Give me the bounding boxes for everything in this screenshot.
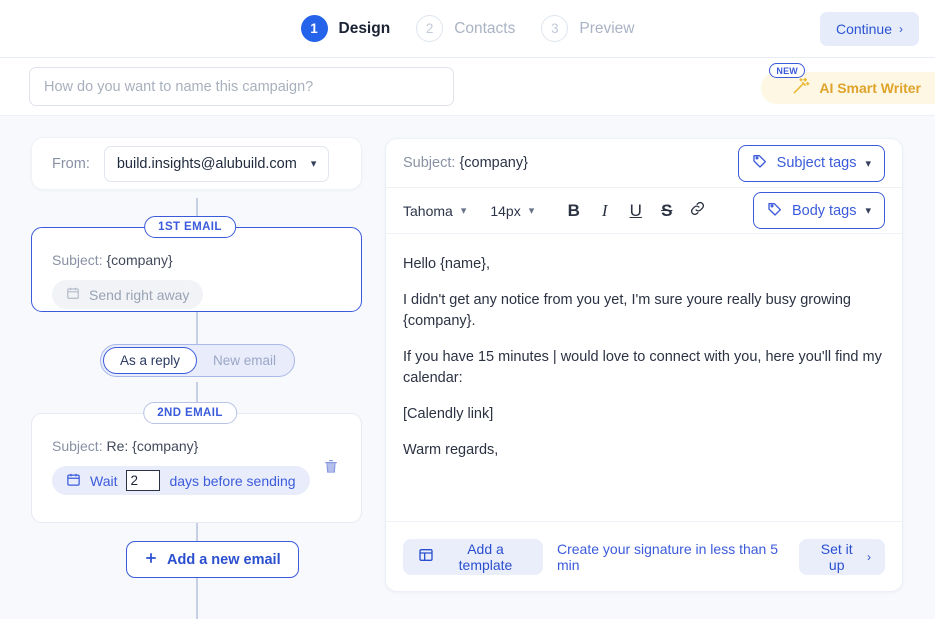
editor-footer: Add a template Create your signature in … (386, 521, 902, 591)
first-email-subject-prefix: Subject: (52, 252, 103, 268)
set-it-up-button[interactable]: Set it up › (799, 539, 885, 575)
second-email-subject: Subject: Re: {company} (52, 438, 341, 454)
calendar-icon (66, 286, 80, 303)
continue-button[interactable]: Continue › (820, 12, 919, 46)
email-editor: Subject: {company} Subject tags ▾ Tahoma… (385, 138, 903, 592)
font-size-select[interactable]: 14px ▾ (490, 203, 546, 219)
tag-icon (752, 153, 768, 173)
wait-suffix-label: days before sending (169, 473, 295, 489)
send-right-away-pill[interactable]: Send right away (52, 280, 203, 309)
font-family-select[interactable]: Tahoma ▾ (403, 203, 478, 219)
campaign-name-bar: NEW AI Smart Writer (0, 58, 935, 116)
from-label: From: (52, 156, 90, 172)
bold-button[interactable]: B (558, 195, 589, 226)
italic-button[interactable]: I (589, 195, 620, 226)
add-new-email-label: Add a new email (167, 552, 281, 568)
body-paragraph: I didn't get any notice from you yet, I'… (403, 290, 885, 332)
campaign-name-input[interactable] (29, 67, 454, 106)
magic-wand-icon (791, 76, 811, 101)
from-email-select[interactable]: build.insights@alubuild.com ▾ (104, 146, 330, 182)
add-new-email-button[interactable]: Add a new email (126, 541, 299, 578)
top-bar: 1 Design 2 Contacts 3 Preview Continue › (0, 0, 935, 58)
step-design-number: 1 (301, 15, 328, 42)
editor-subject-prefix: Subject: (403, 155, 455, 171)
editor-subject-value: {company} (459, 155, 528, 171)
first-email-badge: 1ST EMAIL (144, 216, 236, 238)
formatting-toolbar: Tahoma ▾ 14px ▾ B I U S (386, 188, 902, 234)
calendar-icon (66, 472, 81, 490)
connector-line (196, 577, 198, 619)
step-contacts[interactable]: 2 Contacts (416, 15, 515, 42)
toggle-as-a-reply[interactable]: As a reply (103, 347, 197, 374)
add-template-button[interactable]: Add a template (403, 539, 543, 575)
second-email-subject-prefix: Subject: (52, 438, 103, 454)
body-paragraph: [Calendly link] (403, 404, 885, 425)
layout-icon (418, 547, 434, 566)
step-contacts-label: Contacts (454, 20, 515, 38)
chevron-right-icon: › (899, 22, 903, 36)
wait-days-input[interactable] (126, 470, 160, 491)
subject-tags-button[interactable]: Subject tags ▾ (738, 145, 885, 182)
email-body-editor[interactable]: Hello {name}, I didn't get any notice fr… (386, 234, 902, 522)
plus-icon (144, 551, 158, 569)
second-email-subject-value: Re: {company} (106, 438, 198, 454)
step-preview[interactable]: 3 Preview (541, 15, 634, 42)
step-design-label: Design (339, 20, 391, 38)
delete-second-email-button[interactable] (321, 456, 341, 479)
font-size-value: 14px (490, 203, 520, 219)
from-email-value: build.insights@alubuild.com (117, 156, 297, 172)
ai-smart-writer-label: AI Smart Writer (819, 80, 921, 96)
trash-icon (323, 462, 339, 477)
body-paragraph: Warm regards, (403, 440, 885, 461)
editor-subject-row: Subject: {company} Subject tags ▾ (386, 139, 902, 188)
body-tags-button[interactable]: Body tags ▾ (753, 192, 885, 229)
step-progress: 1 Design 2 Contacts 3 Preview (301, 15, 635, 42)
wait-days-pill[interactable]: Wait days before sending (52, 466, 310, 495)
first-email-subject-value: {company} (106, 252, 172, 268)
body-paragraph: Hello {name}, (403, 254, 885, 275)
signature-promo-text: Create your signature in less than 5 min (557, 541, 785, 573)
chevron-down-icon: ▾ (529, 204, 535, 217)
chevron-down-icon: ▾ (311, 157, 317, 170)
link-button[interactable] (682, 195, 713, 226)
first-email-card[interactable]: Subject: {company} Send right away (31, 227, 362, 312)
underline-button[interactable]: U (620, 195, 651, 226)
chevron-down-icon: ▾ (865, 204, 871, 217)
subject-tags-label: Subject tags (777, 155, 857, 171)
strikethrough-button[interactable]: S (651, 195, 682, 226)
first-email-subject: Subject: {company} (52, 252, 341, 268)
chevron-down-icon: ▾ (461, 204, 467, 217)
add-template-label: Add a template (443, 541, 528, 573)
new-badge: NEW (769, 63, 805, 78)
chevron-right-icon: › (867, 550, 871, 564)
step-preview-number: 3 (541, 15, 568, 42)
continue-label: Continue (836, 21, 892, 37)
sequence-panel: From: build.insights@alubuild.com ▾ 1ST … (0, 116, 380, 619)
second-email-card[interactable]: Subject: Re: {company} Wait (31, 413, 362, 523)
step-preview-label: Preview (579, 20, 634, 38)
body-tags-label: Body tags (792, 203, 857, 219)
from-card: From: build.insights@alubuild.com ▾ (31, 137, 362, 190)
campaign-designer-app: 1 Design 2 Contacts 3 Preview Continue ›… (0, 0, 935, 619)
step-contacts-number: 2 (416, 15, 443, 42)
set-it-up-label: Set it up (813, 541, 860, 573)
body-paragraph: If you have 15 minutes | would love to c… (403, 347, 885, 389)
tag-icon (767, 201, 783, 221)
second-email-badge: 2ND EMAIL (143, 402, 237, 424)
toggle-new-email[interactable]: New email (197, 347, 292, 374)
reply-type-toggle: As a reply New email (100, 344, 295, 377)
send-right-away-label: Send right away (89, 287, 189, 303)
chevron-down-icon: ▾ (865, 157, 871, 170)
connector-line (196, 312, 198, 344)
editor-subject[interactable]: Subject: {company} (403, 155, 528, 171)
wait-prefix-label: Wait (90, 473, 117, 489)
font-family-value: Tahoma (403, 203, 453, 219)
link-icon (689, 200, 706, 222)
step-design[interactable]: 1 Design (301, 15, 391, 42)
